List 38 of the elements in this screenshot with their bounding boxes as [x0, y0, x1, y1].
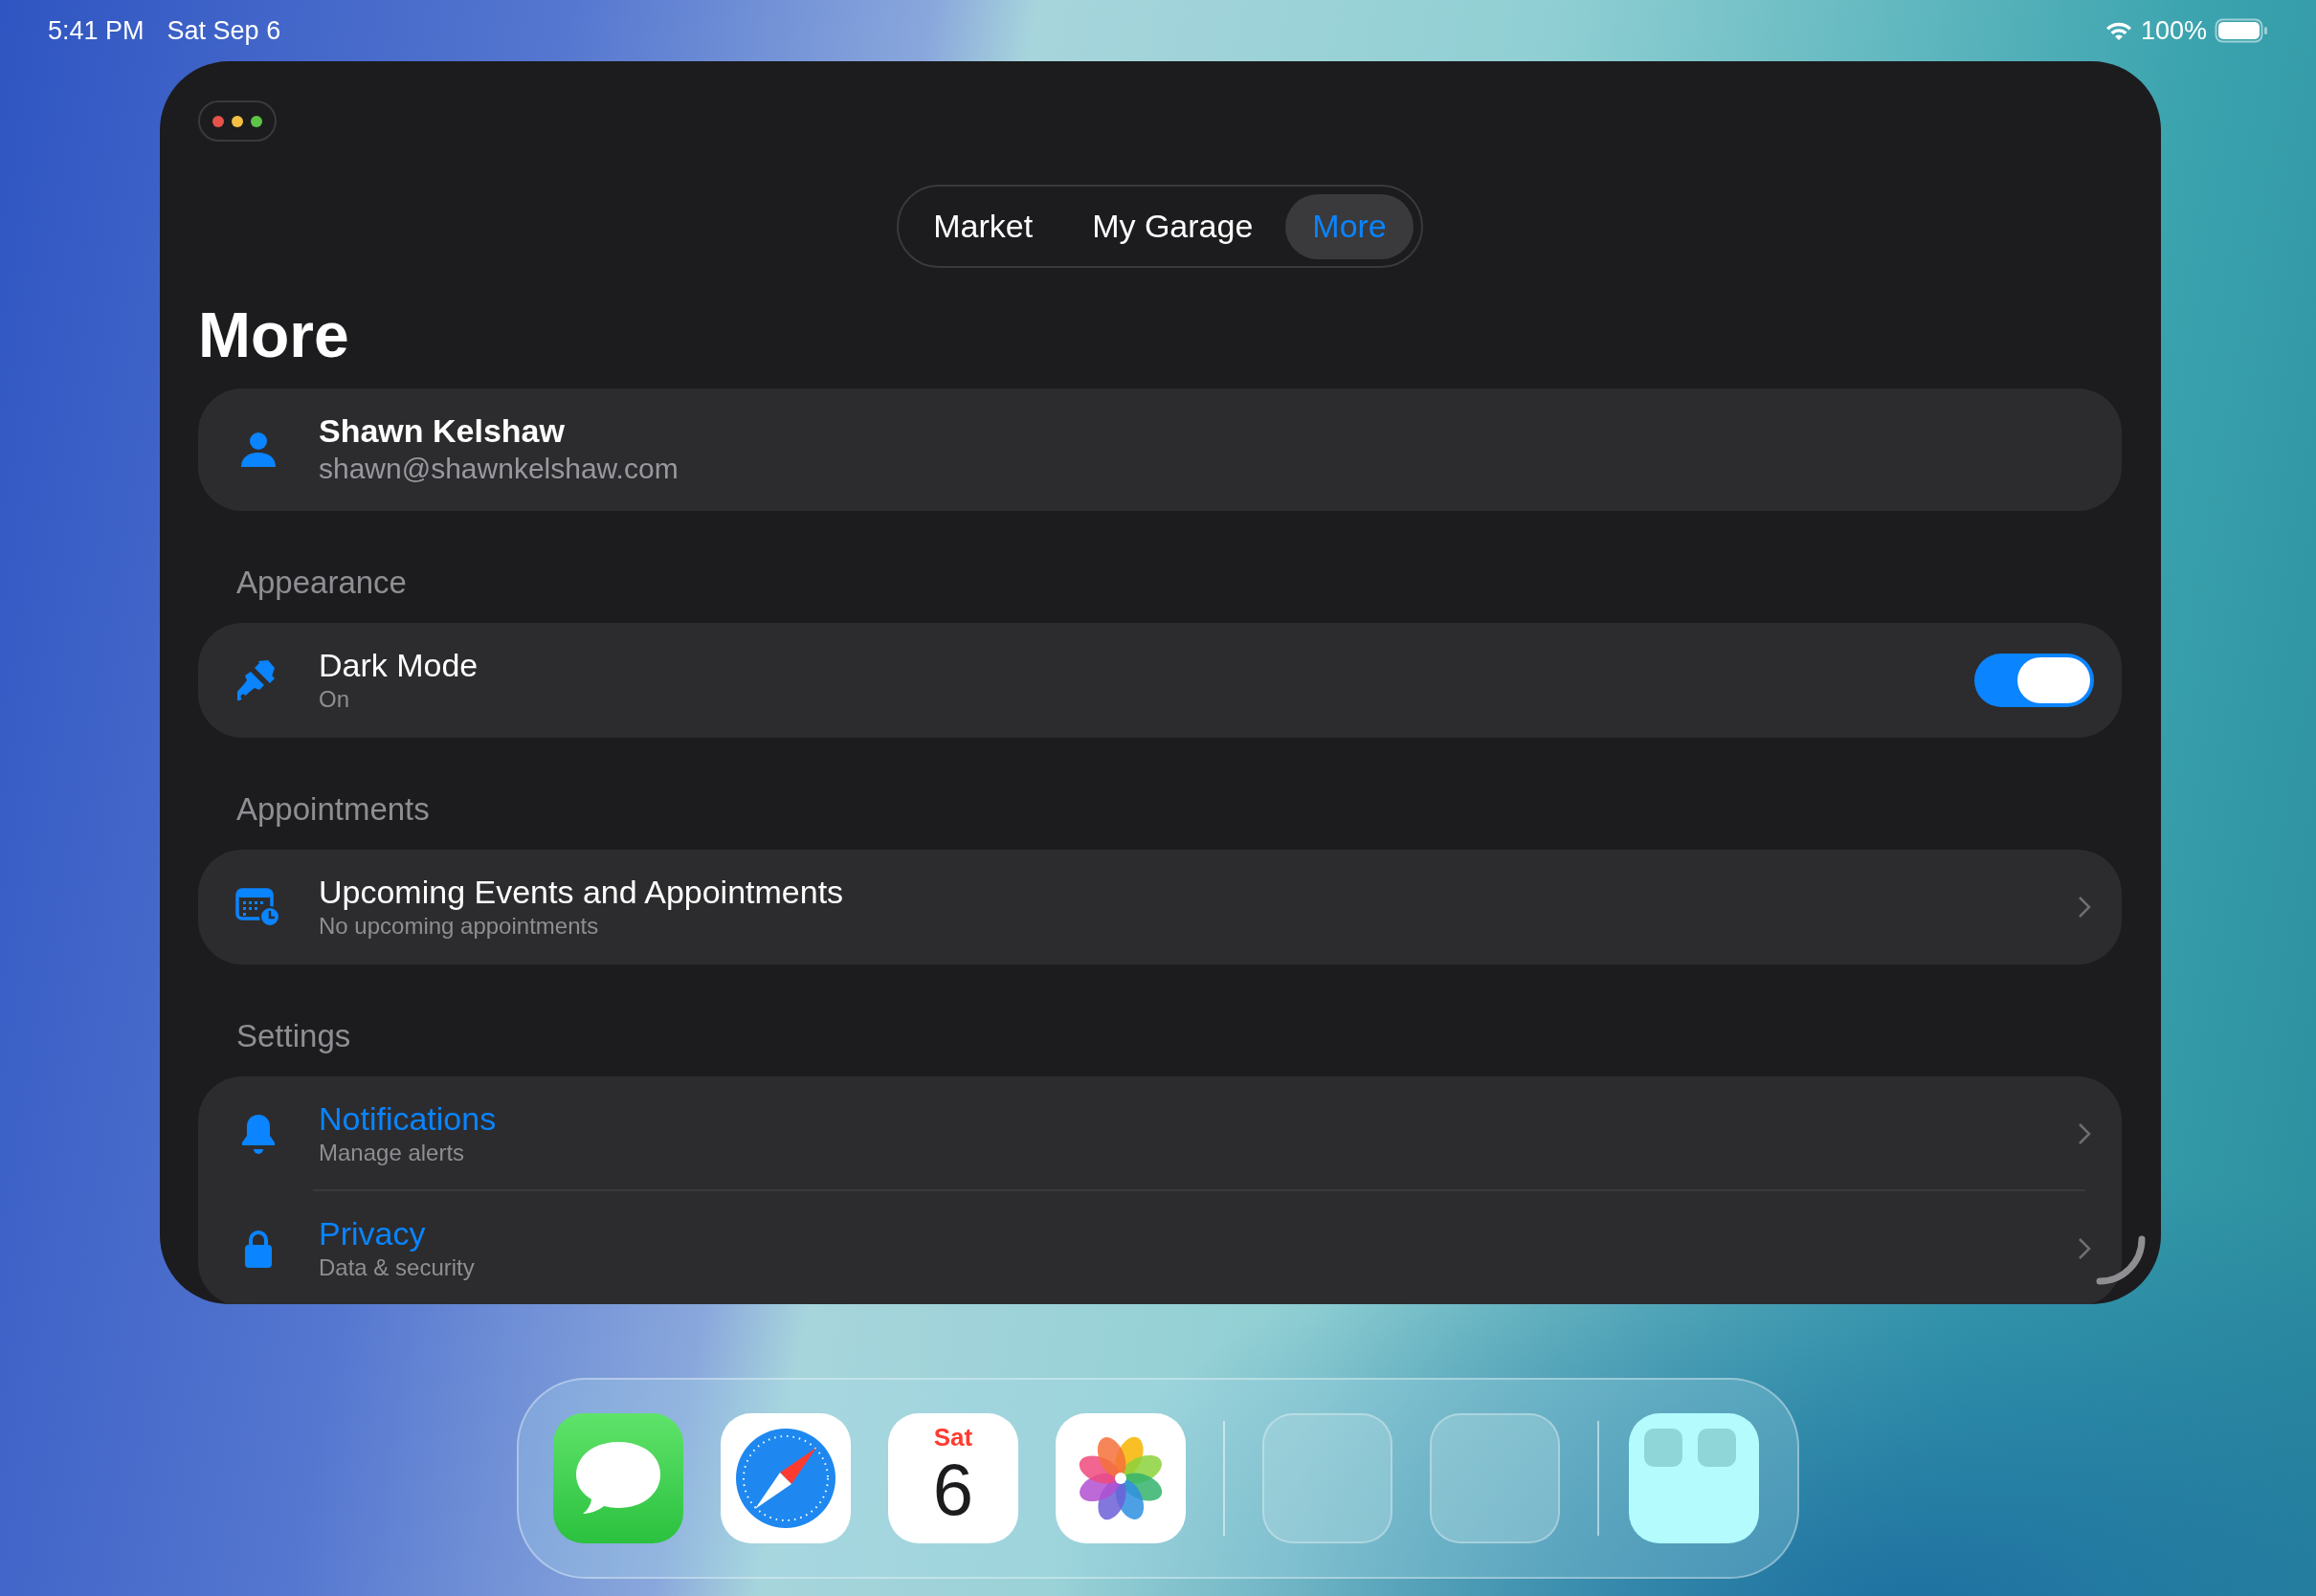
- profile-card[interactable]: Shawn Kelshaw shawn@shawnkelshaw.com: [198, 388, 2122, 511]
- row-title[interactable]: Upcoming Events and Appointments: [319, 873, 2078, 911]
- chevron-icon: [2078, 1237, 2091, 1260]
- app-folder-icon[interactable]: [1629, 1413, 1759, 1543]
- row-title: Dark Mode: [319, 646, 479, 684]
- row-title[interactable]: Notifications: [319, 1099, 2078, 1138]
- calendar-icon: [235, 886, 281, 928]
- compass-icon[interactable]: [721, 1413, 851, 1543]
- bell-icon: [239, 1113, 278, 1155]
- flower-icon[interactable]: [1056, 1413, 1186, 1543]
- page-title: More: [198, 299, 350, 372]
- status-date: Sat Sep 6: [167, 14, 281, 47]
- chevron-icon: [2078, 1122, 2091, 1145]
- row-subtitle: Manage alerts: [319, 1139, 466, 1167]
- section-header: Appointments: [235, 790, 431, 829]
- tab[interactable]: Market: [906, 193, 1060, 259]
- calendar-date: 6: [932, 1452, 974, 1528]
- row-subtitle: On: [319, 685, 350, 714]
- profile-email: shawn@shawnkelshaw.com: [319, 452, 679, 486]
- person-icon: [239, 431, 278, 469]
- row-subtitle: No upcoming appointments: [319, 912, 600, 941]
- chat-bubble-icon[interactable]: [553, 1413, 683, 1543]
- row-subtitle: Data & security: [319, 1253, 476, 1282]
- resize-handle[interactable]: [2094, 1233, 2148, 1287]
- section-header: Settings: [235, 1017, 352, 1055]
- tab[interactable]: My Garage: [1065, 193, 1280, 259]
- chevron-icon: [2078, 896, 2091, 919]
- battery-percent: 100%: [2140, 14, 2207, 47]
- window-controls[interactable]: [198, 100, 277, 142]
- calendar-app[interactable]: Sat 6: [888, 1413, 1018, 1543]
- lock-icon: [243, 1229, 274, 1269]
- calendar-day: Sat: [933, 1423, 973, 1452]
- section-header: Appearance: [235, 564, 408, 602]
- toggle-switch[interactable]: [1974, 654, 2094, 707]
- profile-name: Shawn Kelshaw: [319, 411, 566, 450]
- battery-icon: [2215, 18, 2268, 43]
- row-title[interactable]: Privacy: [319, 1214, 2078, 1252]
- status-time: 5:41 PM: [48, 14, 145, 47]
